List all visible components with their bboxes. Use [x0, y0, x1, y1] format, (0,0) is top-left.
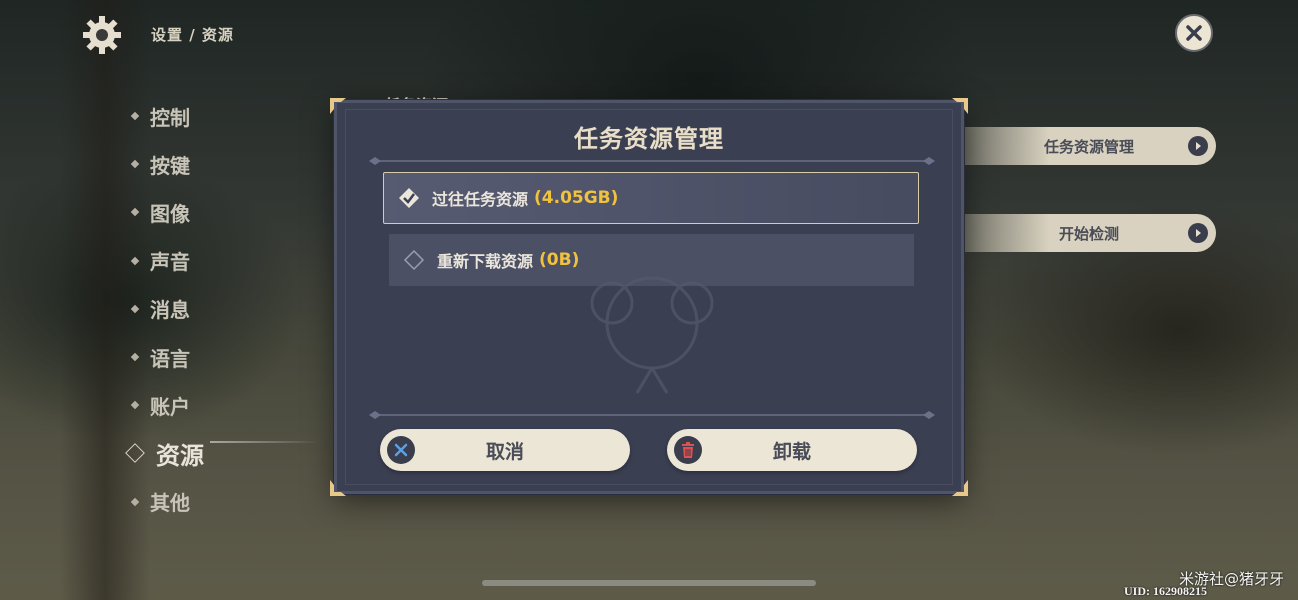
menu-item-audio[interactable]: 声音	[130, 237, 204, 285]
menu-item-label: 按键	[150, 153, 190, 178]
breadcrumb: 设置 / 资源	[151, 26, 234, 44]
manage-resources-button[interactable]: 任务资源管理	[960, 127, 1216, 165]
bullet-icon	[130, 497, 140, 506]
settings-gear-icon	[80, 13, 124, 57]
menu-item-language[interactable]: 语言	[130, 333, 204, 381]
button-label: 任务资源管理	[1043, 137, 1134, 156]
bullet-icon	[130, 208, 140, 217]
menu-item-account[interactable]: 账户	[130, 381, 204, 429]
settings-menu: 控制 按键 图像 声音 消息 语言 账户 资源 其他	[125, 92, 204, 526]
menu-item-label: 资源	[156, 441, 204, 470]
checkbox-unchecked-icon	[403, 249, 425, 271]
play-arrow-icon	[1188, 136, 1208, 156]
start-check-button[interactable]: 开始检测	[960, 214, 1216, 252]
footer-divider	[369, 411, 935, 419]
cancel-x-icon	[387, 436, 415, 464]
menu-item-other[interactable]: 其他	[130, 478, 204, 526]
resource-management-dialog: 任务资源管理 过往任务资源 (4.05GB) 重新下载资源 (0B) 取消 卸载	[330, 98, 968, 496]
bullet-icon	[130, 352, 140, 362]
menu-item-label: 图像	[150, 201, 190, 226]
corner-ornament-icon	[952, 480, 968, 496]
uid-label: UID: 162908215	[1124, 584, 1207, 598]
option-size: (0B)	[539, 250, 580, 270]
button-label: 取消	[485, 440, 524, 463]
menu-item-keys[interactable]: 按键	[130, 140, 204, 188]
option-label: 重新下载资源	[437, 252, 534, 271]
title-divider	[369, 157, 935, 165]
uninstall-button[interactable]: 卸载	[667, 429, 917, 471]
bullet-icon	[130, 111, 140, 121]
menu-item-label: 控制	[150, 105, 190, 130]
button-label: 开始检测	[1058, 224, 1119, 243]
bullet-icon	[130, 256, 140, 265]
checkbox-checked-icon	[398, 187, 420, 209]
close-button[interactable]	[1175, 14, 1213, 52]
play-arrow-icon	[1188, 223, 1208, 243]
active-item-glow	[210, 441, 320, 443]
menu-item-label: 其他	[150, 491, 190, 516]
corner-ornament-icon	[330, 98, 346, 114]
menu-item-resources[interactable]: 资源	[125, 429, 204, 477]
bullet-icon	[130, 304, 140, 314]
option-past-quest-resources[interactable]: 过往任务资源 (4.05GB)	[383, 172, 919, 224]
bullet-icon	[130, 400, 140, 410]
button-label: 卸载	[772, 440, 811, 463]
menu-item-label: 消息	[150, 298, 190, 323]
home-indicator[interactable]	[482, 580, 816, 586]
corner-ornament-icon	[952, 98, 968, 114]
menu-item-label: 账户	[150, 394, 190, 419]
menu-item-graphics[interactable]: 图像	[130, 188, 204, 236]
cancel-button[interactable]: 取消	[380, 429, 630, 471]
bullet-icon	[130, 160, 140, 169]
corner-ornament-icon	[330, 480, 346, 496]
menu-item-controls[interactable]: 控制	[130, 92, 204, 140]
menu-item-label: 声音	[150, 250, 190, 275]
option-redownload-resources[interactable]: 重新下载资源 (0B)	[389, 234, 914, 286]
close-icon	[1186, 25, 1202, 41]
trash-icon	[674, 436, 702, 464]
menu-item-label: 语言	[150, 346, 190, 371]
dialog-title: 任务资源管理	[574, 125, 724, 153]
menu-item-messages[interactable]: 消息	[130, 285, 204, 333]
option-size: (4.05GB)	[534, 188, 619, 208]
option-label: 过往任务资源	[432, 190, 529, 209]
